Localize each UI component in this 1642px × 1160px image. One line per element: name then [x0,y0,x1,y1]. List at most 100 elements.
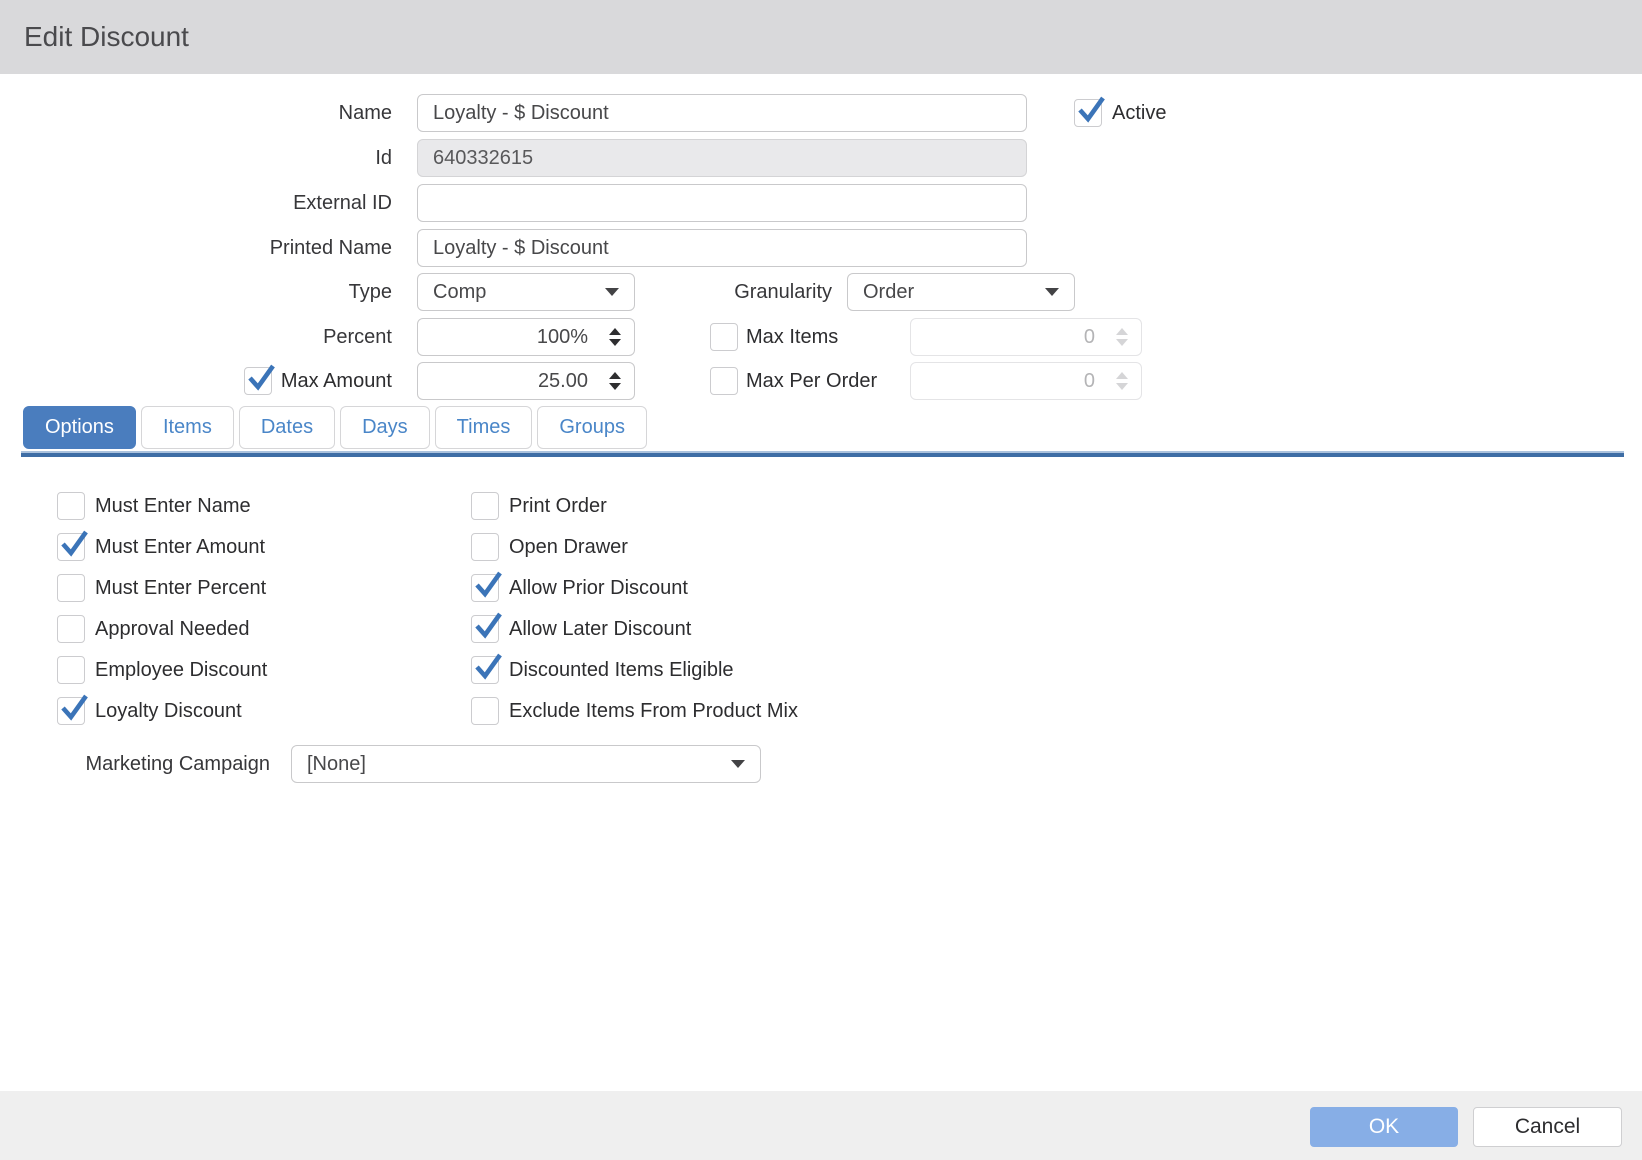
option-employee-discount[interactable]: Employee Discount [57,656,267,684]
printed-name-label: Printed Name [0,237,417,260]
check-icon [473,611,503,641]
active-label: Active [1112,102,1166,125]
approval-needed-checkbox[interactable] [57,615,85,643]
tab-dates[interactable]: Dates [239,406,335,449]
print-order-checkbox[interactable] [471,492,499,520]
ok-button[interactable]: OK [1310,1107,1458,1147]
granularity-select[interactable]: Order [847,273,1075,311]
chevron-down-icon [731,760,745,768]
marketing-campaign-select[interactable]: [None] [291,745,761,783]
percent-input[interactable]: 100% [417,318,635,356]
max-items-checkbox[interactable] [710,323,738,351]
options-left-column: Must Enter Name Must Enter Amount Must E… [57,492,267,725]
exclude-items-checkbox[interactable] [471,697,499,725]
option-label: Must Enter Amount [95,536,265,559]
max-per-order-value: 0 [1084,370,1095,393]
option-label: Discounted Items Eligible [509,659,734,682]
tab-groups[interactable]: Groups [537,406,647,449]
cancel-button[interactable]: Cancel [1473,1107,1622,1147]
option-must-enter-amount[interactable]: Must Enter Amount [57,533,267,561]
option-label: Loyalty Discount [95,700,242,723]
max-amount-checkbox[interactable] [244,367,272,395]
max-amount-row: Max Amount 25.00 Max Per Order 0 [0,362,1142,400]
discounted-items-eligible-checkbox[interactable] [471,656,499,684]
page-title: Edit Discount [24,21,189,53]
chevron-down-icon [1045,288,1059,296]
spinner-down-icon[interactable] [609,383,621,390]
option-label: Open Drawer [509,536,628,559]
spinner-down-icon[interactable] [609,339,621,346]
max-per-order-input: 0 [910,362,1142,400]
max-amount-value: 25.00 [538,370,588,393]
granularity-label: Granularity [692,281,832,304]
spinner-up-icon [1116,372,1128,379]
option-discounted-items-eligible[interactable]: Discounted Items Eligible [471,656,798,684]
id-label: Id [0,147,417,170]
option-label: Must Enter Name [95,495,251,518]
marketing-campaign-label: Marketing Campaign [0,753,270,776]
max-per-order-label: Max Per Order [746,370,910,393]
active-checkbox[interactable] [1074,99,1102,127]
allow-later-discount-checkbox[interactable] [471,615,499,643]
option-open-drawer[interactable]: Open Drawer [471,533,798,561]
option-allow-later-discount[interactable]: Allow Later Discount [471,615,798,643]
loyalty-discount-checkbox[interactable] [57,697,85,725]
dialog-header: Edit Discount [0,0,1642,74]
type-select[interactable]: Comp [417,273,635,311]
id-row: Id 640332615 [0,139,1027,177]
option-loyalty-discount[interactable]: Loyalty Discount [57,697,267,725]
granularity-value: Order [863,281,914,304]
check-icon [473,570,503,600]
check-icon [1076,95,1106,125]
must-enter-amount-checkbox[interactable] [57,533,85,561]
tab-times[interactable]: Times [435,406,533,449]
chevron-down-icon [605,288,619,296]
option-label: Approval Needed [95,618,250,641]
marketing-campaign-row: Marketing Campaign [None] [0,745,761,783]
option-approval-needed[interactable]: Approval Needed [57,615,267,643]
spinner-up-icon[interactable] [609,328,621,335]
external-id-label: External ID [0,192,417,215]
must-enter-name-checkbox[interactable] [57,492,85,520]
percent-label: Percent [0,326,417,349]
tab-items[interactable]: Items [141,406,234,449]
option-print-order[interactable]: Print Order [471,492,798,520]
max-amount-input[interactable]: 25.00 [417,362,635,400]
spinner-up-icon [1116,328,1128,335]
external-id-input[interactable] [417,184,1027,222]
name-input[interactable]: Loyalty - $ Discount [417,94,1027,132]
spinner-down-icon [1116,383,1128,390]
option-exclude-items-from-product-mix[interactable]: Exclude Items From Product Mix [471,697,798,725]
max-amount-spinner [609,372,621,390]
max-per-order-spinner [1116,372,1128,390]
option-label: Must Enter Percent [95,577,266,600]
check-icon [59,693,89,723]
option-label: Allow Later Discount [509,618,691,641]
tab-underline [21,451,1624,457]
must-enter-percent-checkbox[interactable] [57,574,85,602]
max-amount-label: Max Amount [281,370,392,393]
option-must-enter-percent[interactable]: Must Enter Percent [57,574,267,602]
allow-prior-discount-checkbox[interactable] [471,574,499,602]
tab-options[interactable]: Options [23,406,136,449]
name-label: Name [0,102,417,125]
max-items-value: 0 [1084,326,1095,349]
id-value: 640332615 [433,147,533,170]
type-value: Comp [433,281,486,304]
option-allow-prior-discount[interactable]: Allow Prior Discount [471,574,798,602]
printed-name-value: Loyalty - $ Discount [433,237,609,260]
option-label: Allow Prior Discount [509,577,688,600]
open-drawer-checkbox[interactable] [471,533,499,561]
option-must-enter-name[interactable]: Must Enter Name [57,492,267,520]
marketing-campaign-value: [None] [307,753,366,776]
max-items-input: 0 [910,318,1142,356]
check-icon [246,363,276,393]
check-icon [473,652,503,682]
printed-name-input[interactable]: Loyalty - $ Discount [417,229,1027,267]
option-label: Exclude Items From Product Mix [509,700,798,723]
tab-strip: Options Items Dates Days Times Groups [23,406,647,449]
spinner-up-icon[interactable] [609,372,621,379]
employee-discount-checkbox[interactable] [57,656,85,684]
max-per-order-checkbox[interactable] [710,367,738,395]
tab-days[interactable]: Days [340,406,430,449]
